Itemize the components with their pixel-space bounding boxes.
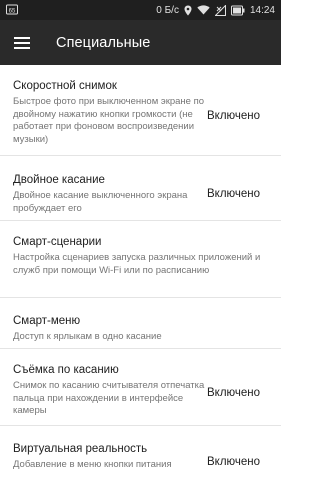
setting-title: Скоростной снимок [13,80,117,92]
hamburger-menu-icon[interactable] [0,20,44,65]
setting-summary: Настройка сценариев запуска различных пр… [13,252,261,276]
page-title: Специальные [56,34,151,51]
status-time: 14:24 [249,4,275,16]
wifi-icon [197,5,210,15]
setting-summary: Снимок по касанию считывателя отпечатка … [13,380,205,416]
status-right: 0 Б/с 14:24 [156,4,275,16]
svg-text:65: 65 [9,8,16,14]
setting-virtual-reality[interactable]: Виртуальная реальность Добавление в меню… [0,426,281,486]
setting-double-tap[interactable]: Двойное касание Двойное касание выключен… [0,156,281,221]
setting-value: Включено [207,387,261,399]
setting-summary: Доступ к ярлыкам в одно касание [13,331,162,343]
setting-quick-snapshot[interactable]: Скоростной снимок Быстрое фото при выклю… [0,65,281,156]
setting-texts: Скоростной снимок Быстрое фото при выклю… [13,77,207,146]
status-left: 65 [6,4,20,16]
network-speed: 0 Б/с [156,4,179,16]
setting-texts: Двойное касание Двойное касание выключен… [13,173,207,215]
setting-smart-menu[interactable]: Смарт-меню Доступ к ярлыкам в одно касан… [0,298,281,349]
setting-texts: Смарт-сценарии Настройка сценариев запус… [13,233,269,277]
status-bar: 65 0 Б/с 14:24 [0,0,281,20]
setting-value: Включено [207,110,261,122]
battery-percent-icon: 65 [6,4,20,16]
setting-texts: Виртуальная реальность Добавление в меню… [13,438,207,472]
location-icon [184,5,192,16]
setting-value: Включено [207,188,261,200]
setting-title: Двойное касание [13,174,105,186]
setting-summary: Добавление в меню кнопки питания [13,459,172,470]
setting-touch-capture[interactable]: Съёмка по касанию Снимок по касанию счит… [0,349,281,426]
setting-texts: Съёмка по касанию Снимок по касанию счит… [13,361,207,418]
signal-off-icon [214,4,226,16]
battery-icon [230,5,245,16]
setting-title: Виртуальная реальность [13,443,148,455]
setting-title: Съёмка по касанию [13,364,119,376]
setting-title: Смарт-меню [13,315,81,328]
setting-summary: Двойное касание выключенного экрана проб… [13,190,188,214]
setting-texts: Смарт-меню Доступ к ярлыкам в одно касан… [13,314,269,344]
settings-list: Скоростной снимок Быстрое фото при выклю… [0,65,281,486]
setting-title: Смарт-сценарии [13,236,102,248]
setting-summary: Быстрое фото при выключенном экране по д… [13,96,205,145]
setting-smart-scenarios[interactable]: Смарт-сценарии Настройка сценариев запус… [0,221,281,298]
app-bar: Специальные [0,20,281,65]
setting-value: Включено [207,456,261,468]
